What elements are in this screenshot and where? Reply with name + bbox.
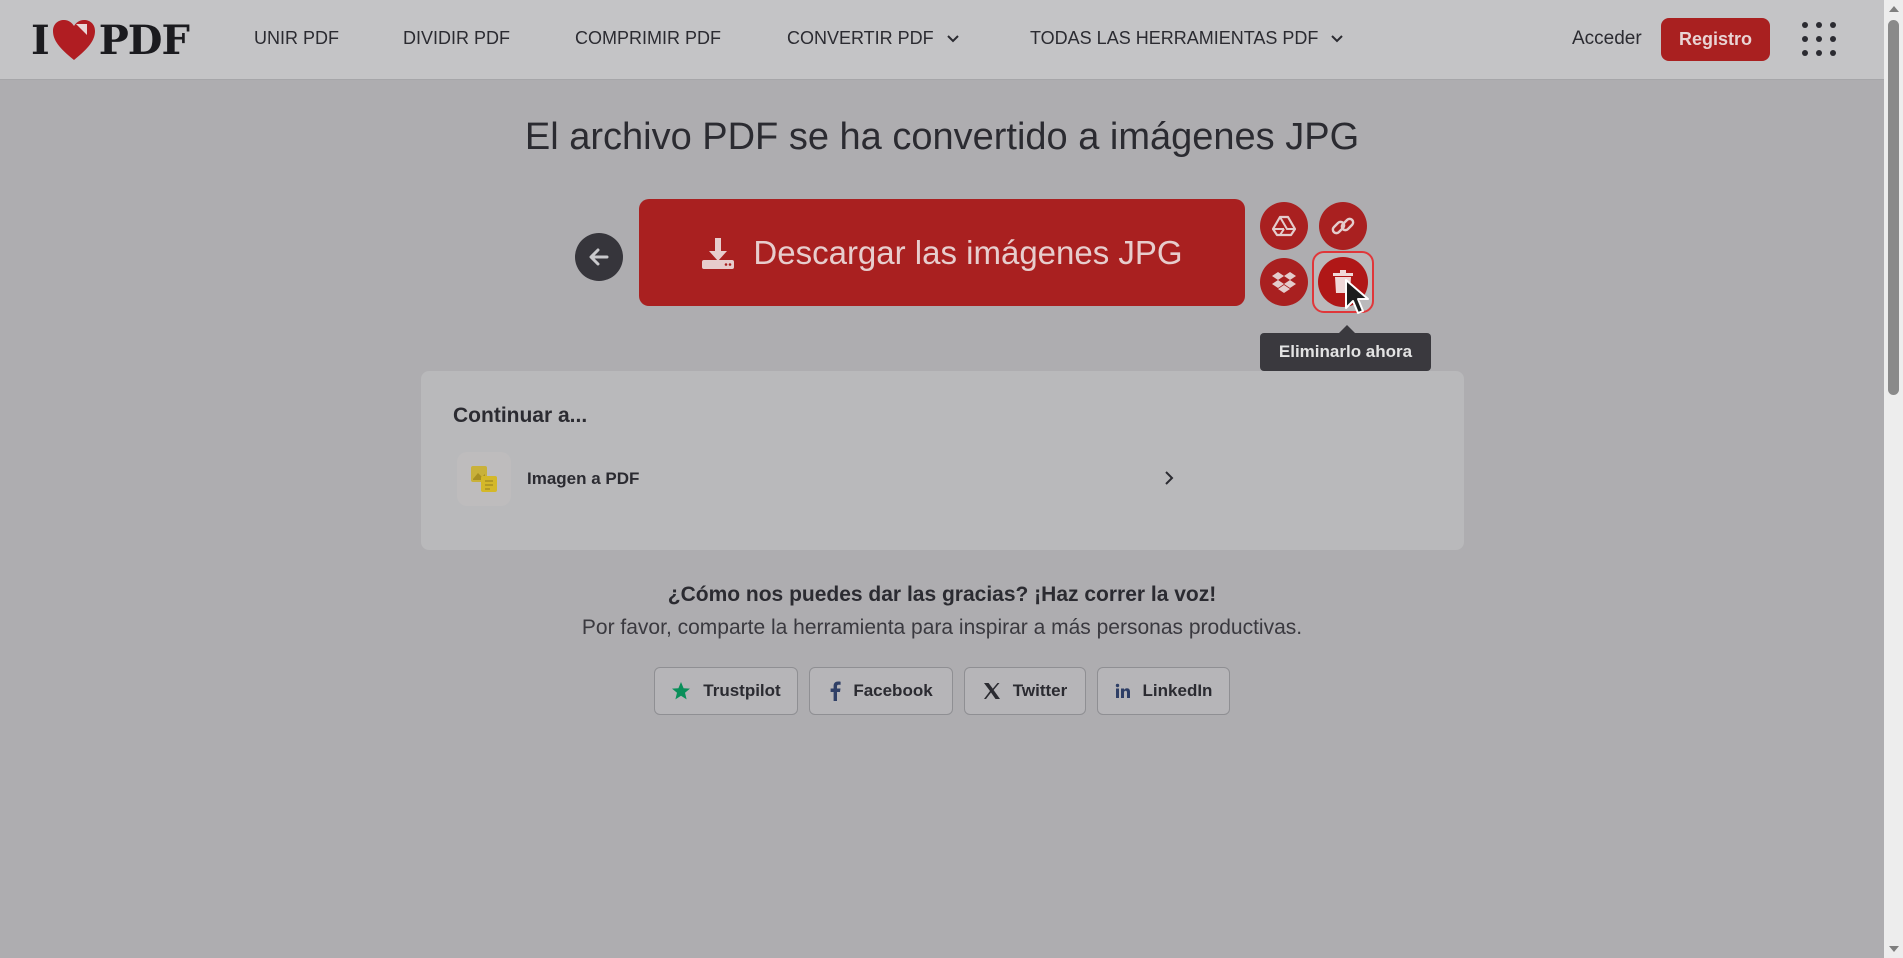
linkedin-label: LinkedIn	[1142, 681, 1213, 700]
page-title: El archivo PDF se ha convertido a imágen…	[524, 116, 1360, 158]
share-link-button[interactable]	[1319, 202, 1367, 250]
share-subtitle: Por favor, comparte la herramienta para …	[581, 616, 1303, 639]
login-link[interactable]: Acceder	[1572, 28, 1642, 50]
linkedin-icon	[1115, 683, 1130, 698]
image-to-pdf-icon	[457, 452, 511, 506]
chevron-down-icon	[1331, 34, 1344, 42]
scroll-thumb[interactable]	[1888, 20, 1899, 395]
twitter-label: Twitter	[1012, 681, 1068, 700]
scroll-up-arrow-icon[interactable]	[1889, 6, 1899, 12]
trustpilot-button[interactable]: Trustpilot	[654, 667, 798, 715]
link-icon	[1331, 217, 1355, 235]
star-icon	[672, 682, 691, 700]
dropbox-icon	[1272, 272, 1296, 293]
logo-letter-i: I	[31, 16, 50, 64]
top-navbar: I PDF UNIR PDF DIVIDIR PDF COMPRIMIR PDF…	[0, 0, 1884, 80]
trustpilot-label: Trustpilot	[703, 681, 781, 700]
heart-icon	[52, 20, 95, 60]
download-label: Descargar las imágenes JPG	[753, 233, 1183, 271]
chevron-right-icon	[1165, 471, 1174, 485]
delete-tooltip: Eliminarlo ahora	[1260, 325, 1431, 371]
download-button[interactable]: Descargar las imágenes JPG	[639, 199, 1245, 306]
nav-label: DIVIDIR PDF	[403, 28, 511, 48]
apps-grid-icon[interactable]	[1802, 22, 1836, 56]
scroll-down-arrow-icon[interactable]	[1889, 946, 1899, 952]
ilovepdf-logo[interactable]: I PDF	[31, 16, 190, 64]
continue-title: Continuar a...	[453, 404, 588, 427]
nav-unir-pdf[interactable]: UNIR PDF	[254, 28, 339, 49]
continue-to-card: Continuar a... Imagen a PDF	[421, 371, 1464, 550]
nav-label: CONVERTIR PDF	[787, 28, 934, 48]
nav-dividir-pdf[interactable]: DIVIDIR PDF	[403, 28, 510, 49]
back-button[interactable]	[575, 233, 623, 281]
continue-item-image-to-pdf[interactable]: Imagen a PDF	[457, 451, 1174, 507]
nav-convertir-pdf[interactable]: CONVERTIR PDF	[787, 28, 960, 49]
logo-pdf-text: PDF	[98, 16, 190, 64]
download-icon	[702, 237, 735, 269]
continue-item-label: Imagen a PDF	[527, 469, 640, 488]
mouse-cursor-icon	[1345, 279, 1369, 314]
vertical-scrollbar[interactable]	[1884, 0, 1903, 958]
register-button[interactable]: Registro	[1661, 18, 1770, 61]
arrow-left-icon	[589, 248, 609, 266]
nav-todas-herramientas[interactable]: TODAS LAS HERRAMIENTAS PDF	[1030, 28, 1344, 49]
dropbox-button[interactable]	[1260, 258, 1308, 306]
linkedin-button[interactable]: LinkedIn	[1097, 667, 1230, 715]
facebook-button[interactable]: Facebook	[809, 667, 953, 715]
x-icon	[983, 683, 1000, 699]
nav-label: COMPRIMIR PDF	[575, 28, 721, 48]
share-title: ¿Cómo nos puedes dar las gracias? ¡Haz c…	[667, 583, 1217, 606]
chevron-down-icon	[946, 34, 959, 42]
google-drive-icon	[1272, 215, 1296, 237]
google-drive-button[interactable]	[1260, 202, 1308, 250]
facebook-label: Facebook	[853, 681, 933, 700]
nav-label: TODAS LAS HERRAMIENTAS PDF	[1030, 28, 1319, 48]
twitter-button[interactable]: Twitter	[964, 667, 1086, 715]
nav-label: UNIR PDF	[254, 28, 339, 48]
nav-comprimir-pdf[interactable]: COMPRIMIR PDF	[575, 28, 721, 49]
facebook-icon	[830, 681, 841, 701]
